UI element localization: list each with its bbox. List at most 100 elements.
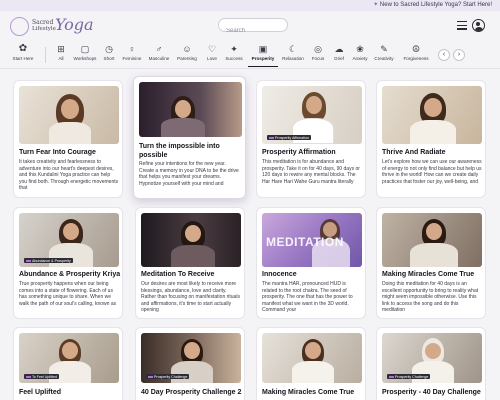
card-description: True prosperity happens when our being c…	[19, 281, 117, 307]
category-label: Start Here	[12, 56, 34, 61]
grid-icon: ⊞	[57, 44, 65, 54]
video-card[interactable]: Prosperity Challenge 40 Day Prosperity C…	[135, 327, 245, 400]
card-description: This meditation is for abundance and pro…	[262, 159, 360, 185]
category-label: All	[58, 56, 64, 61]
relaxation-icon: ☾	[288, 44, 298, 54]
divider	[45, 47, 46, 63]
category-label: Anxiety	[352, 56, 368, 61]
video-card[interactable]: Prosperity Challenge Prosperity - 40 Day…	[376, 327, 486, 400]
video-tag: Prosperity Challenge	[146, 374, 190, 379]
category-label: Parenting	[177, 56, 197, 61]
video-thumbnail: Abundance & Prosperity	[19, 213, 119, 267]
video-card[interactable]: Thrive And Radiate Let's explore how we …	[376, 80, 486, 198]
chevron-left-icon: ‹	[442, 51, 446, 58]
video-thumbnail	[19, 86, 119, 144]
card-title: Innocence	[262, 271, 297, 278]
forgiveness-icon: ☮	[411, 44, 421, 54]
logo-script: Yoga	[55, 15, 94, 34]
video-card[interactable]: To Feel Uplifted Feel Uplifted	[13, 327, 123, 400]
scroll-left-button[interactable]: ‹	[438, 49, 450, 61]
card-title: Prosperity - 40 Day Challenge	[382, 389, 481, 396]
category-label: Prosperity	[251, 56, 275, 61]
video-card[interactable]: Meditation To Receive Our desires are mo…	[135, 207, 245, 319]
card-title: Making Miracles Come True	[382, 271, 475, 278]
anxiety-icon: ❀	[356, 44, 364, 54]
video-thumbnail	[139, 82, 242, 137]
category-creativity[interactable]: ✎ Creativity	[371, 43, 397, 61]
video-thumbnail	[262, 333, 362, 383]
announcement-banner: ✦ New to Sacred Lifestyle Yoga? Start He…	[0, 0, 500, 11]
banner-link[interactable]: ✦ New to Sacred Lifestyle Yoga? Start He…	[373, 1, 492, 8]
category-forgiveness[interactable]: ☮ Forgiveness	[401, 43, 431, 61]
card-title: Abundance & Prosperity Kriya	[19, 271, 121, 278]
category-workshops[interactable]: ▢ Workshops	[72, 43, 98, 61]
feminine-icon: ♀	[128, 44, 136, 54]
success-icon: ✦	[230, 44, 238, 54]
card-description: Our desires are most likely to receive m…	[141, 281, 240, 314]
workshop-icon: ▢	[80, 44, 90, 54]
video-card[interactable]: Turn the impossible into possible Refine…	[133, 76, 246, 199]
parenting-icon: ☺	[182, 44, 192, 54]
video-thumbnail	[382, 86, 482, 144]
category-prosperity[interactable]: ▣ Prosperity	[248, 43, 278, 67]
category-anxiety[interactable]: ❀ Anxiety	[347, 43, 373, 61]
scroll-right-button[interactable]: ›	[453, 49, 465, 61]
prosperity-icon: ▣	[258, 44, 268, 54]
category-all[interactable]: ⊞ All	[48, 43, 74, 61]
video-card[interactable]: Making Miracles Come True Doing this med…	[376, 207, 486, 319]
search-box[interactable]	[218, 18, 288, 37]
card-description: The mantra HAR, pronounced HUD is relate…	[262, 281, 353, 314]
video-card[interactable]: Turn Fear Into Courage It takes creativi…	[13, 80, 123, 198]
card-title: Meditation To Receive	[141, 271, 215, 278]
video-thumbnail	[382, 213, 482, 267]
card-title: 40 Day Prosperity Challenge 2	[141, 389, 242, 396]
video-thumbnail: Prosperity Challenge	[141, 333, 241, 383]
category-label: Forgiveness	[403, 56, 429, 61]
video-thumbnail: Prosperity Affirmation	[262, 86, 362, 144]
creativity-icon: ✎	[380, 44, 388, 54]
brand-logo[interactable]: Sacred Lifestyle Yoga	[10, 15, 94, 37]
category-success[interactable]: ✦ Success	[221, 43, 247, 61]
banner-text: New to Sacred Lifestyle Yoga? Start Here…	[379, 2, 492, 8]
chevron-right-icon: ›	[457, 51, 461, 58]
video-tag: Prosperity Affirmation	[267, 135, 312, 140]
category-label: Masculine	[148, 56, 170, 61]
masculine-icon: ♂	[155, 44, 163, 54]
category-relaxation[interactable]: ☾ Relaxation	[280, 43, 306, 61]
start-here-icon: ✿	[18, 43, 28, 54]
card-title: Turn the impossible into possible	[139, 143, 220, 159]
menu-icon[interactable]	[457, 21, 467, 30]
video-tag: Abundance & Prosperity	[24, 258, 73, 263]
card-title: Turn Fear Into Courage	[19, 149, 96, 156]
category-masculine[interactable]: ♂ Masculine	[146, 43, 172, 61]
video-thumbnail: Prosperity Challenge	[382, 333, 482, 383]
category-bar: ✿ Start Here ⊞ All ▢ Workshops ◷ Short ♀…	[0, 41, 500, 69]
video-card[interactable]: Abundance & Prosperity Abundance & Prosp…	[13, 207, 123, 319]
logo-line1: Sacred	[32, 19, 54, 26]
card-title: Thrive And Radiate	[382, 149, 446, 156]
video-card[interactable]: MEDITATION Innocence The mantra HAR, pro…	[256, 207, 366, 319]
card-description: Doing this meditation for 40 days is an …	[382, 281, 479, 314]
video-card[interactable]: Prosperity Affirmation Prosperity Affirm…	[256, 80, 366, 198]
category-feminine[interactable]: ♀ Feminine	[119, 43, 145, 61]
card-title: Making Miracles Come True	[262, 389, 355, 396]
video-thumbnail: MEDITATION	[262, 213, 362, 267]
card-title: Prosperity Affirmation	[262, 149, 336, 156]
category-start-here[interactable]: ✿ Start Here	[8, 43, 38, 61]
search-input[interactable]	[219, 25, 287, 37]
video-card[interactable]: Making Miracles Come True	[256, 327, 366, 400]
category-parenting[interactable]: ☺ Parenting	[174, 43, 200, 61]
category-label: Workshops	[73, 56, 97, 61]
video-thumbnail	[141, 213, 241, 267]
logo-circle-icon	[10, 17, 29, 36]
category-label: Success	[225, 56, 243, 61]
logo-line2: Lifestyle	[32, 26, 56, 32]
card-description: It takes creativity and fearlessness to …	[19, 159, 119, 192]
sparkle-icon: ✦	[373, 2, 379, 8]
video-tag: To Feel Uplifted	[24, 374, 59, 379]
user-avatar-icon[interactable]	[472, 19, 485, 32]
card-description: Let's explore how we can use our awarene…	[382, 159, 482, 185]
video-thumbnail: To Feel Uplifted	[19, 333, 119, 383]
category-label: Relaxation	[282, 56, 304, 61]
video-tag: Prosperity Challenge	[387, 374, 431, 379]
